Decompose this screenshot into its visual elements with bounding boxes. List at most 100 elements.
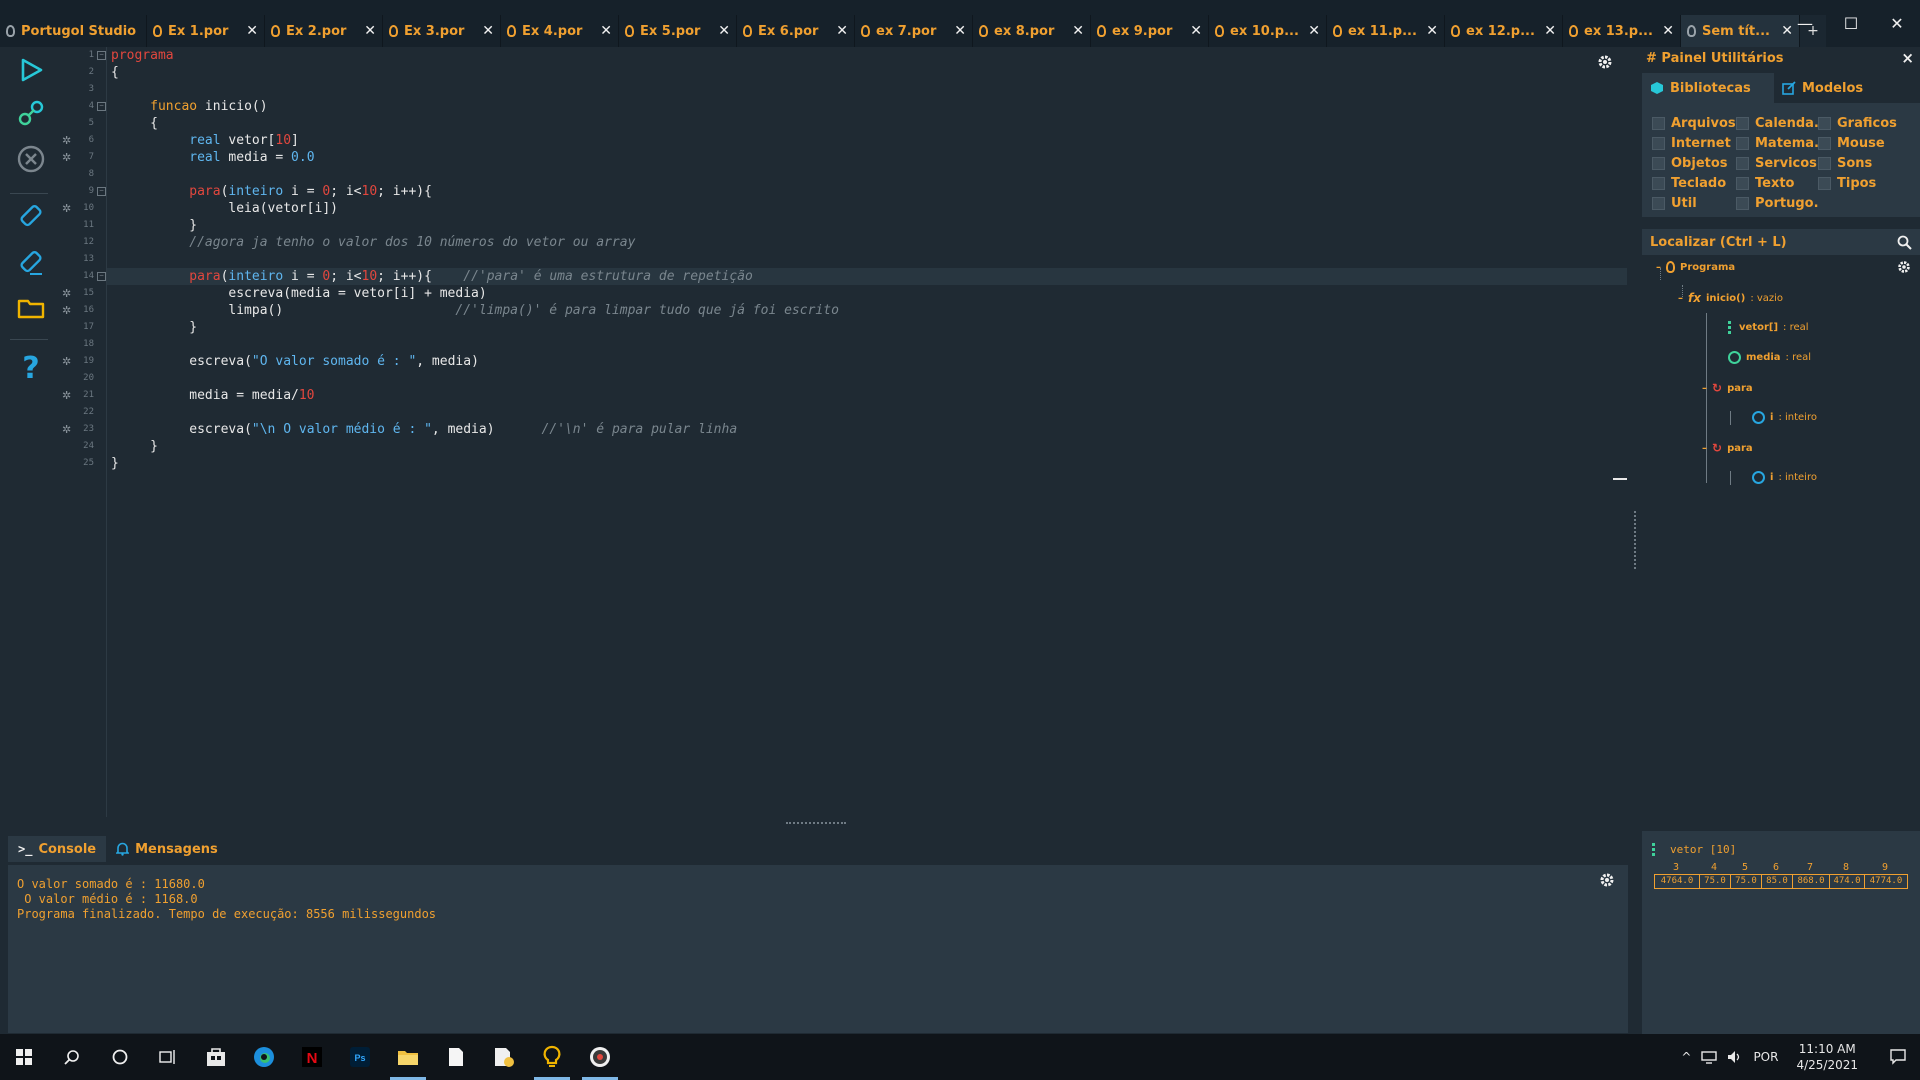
taskbar-app-edge[interactable]: [240, 1034, 288, 1080]
splitter-handle[interactable]: [786, 822, 846, 826]
breakpoint-icon[interactable]: ✲: [62, 387, 71, 404]
checkbox[interactable]: [1736, 196, 1749, 210]
maximize-button[interactable]: ☐: [1828, 14, 1874, 33]
code-line[interactable]: {: [111, 64, 119, 81]
code-line[interactable]: media = media/10: [111, 387, 314, 404]
close-tab-icon[interactable]: ✕: [718, 23, 730, 39]
stop-button[interactable]: [16, 144, 46, 174]
tab-bibliotecas[interactable]: Bibliotecas: [1642, 73, 1774, 103]
close-tab-icon[interactable]: ✕: [482, 23, 494, 39]
close-tab-icon[interactable]: ✕: [600, 23, 612, 39]
breakpoint-icon[interactable]: ✲: [62, 353, 71, 370]
chevron-up-icon[interactable]: ^: [1681, 1050, 1691, 1064]
library-item[interactable]: Sons: [1818, 155, 1902, 171]
checkbox[interactable]: [1652, 156, 1665, 170]
taskbar-app-files[interactable]: [480, 1034, 528, 1080]
library-item[interactable]: Portugo...: [1736, 195, 1818, 211]
code-line[interactable]: real vetor[10]: [111, 132, 299, 149]
clock[interactable]: 11:10 AM 4/25/2021: [1788, 1041, 1866, 1073]
tab-home[interactable]: Portugol Studio: [0, 15, 147, 47]
cortana-button[interactable]: [96, 1034, 144, 1080]
breakpoint-icon[interactable]: ✲: [62, 285, 71, 302]
tab-modelos[interactable]: Modelos: [1774, 73, 1906, 103]
code-line[interactable]: escreva(media = vetor[i] + media): [111, 285, 486, 302]
fold-toggle[interactable]: −: [97, 187, 106, 196]
console-output[interactable]: O valor somado é : 11680.0 O valor médio…: [8, 865, 1628, 1033]
checkbox[interactable]: [1818, 116, 1831, 130]
tree-node-media[interactable]: media : real: [1728, 351, 1811, 364]
close-tab-icon[interactable]: ✕: [1544, 23, 1556, 39]
network-icon[interactable]: [1701, 1050, 1718, 1064]
code-line[interactable]: real media = 0.0: [111, 149, 314, 166]
code-line[interactable]: leia(vetor[i]): [111, 200, 338, 217]
close-tab-icon[interactable]: ✕: [1190, 23, 1202, 39]
fold-toggle[interactable]: −: [97, 272, 106, 281]
library-item[interactable]: Tipos: [1818, 175, 1902, 191]
code-line[interactable]: escreva("\n O valor médio é : ", media) …: [111, 421, 737, 438]
tab-mensagens[interactable]: Mensagens: [106, 836, 228, 862]
code-editor[interactable]: 1−2 3 4−5 6 ✲ 7 ✲ 8 9−10 ✲ 11 12 13 14−15 ✲ 16 ✲ 17 18 19 ✲ 2…: [58, 47, 1636, 824]
tree-node-vetor[interactable]: vetor[] : real: [1728, 321, 1809, 334]
taskbar-app-netflix[interactable]: N: [288, 1034, 336, 1080]
close-tab-icon[interactable]: ✕: [1072, 23, 1084, 39]
close-tab-icon[interactable]: ✕: [246, 23, 258, 39]
checkbox[interactable]: [1736, 136, 1749, 150]
code-line[interactable]: escreva("O valor somado é : ", media): [111, 353, 479, 370]
tab-file[interactable]: Ex 5.por ✕: [619, 15, 737, 47]
search-field[interactable]: Localizar (Ctrl + L): [1642, 229, 1920, 255]
variable-inspector[interactable]: vetor [10] 3456789 4764.0 75.0 75.0 85.0 868…: [1642, 831, 1920, 1034]
tab-file[interactable]: Ex 3.por ✕: [383, 15, 501, 47]
start-button[interactable]: [0, 1034, 48, 1080]
code-line[interactable]: }: [111, 217, 197, 234]
taskbar-app-portugol[interactable]: [528, 1034, 576, 1080]
library-item[interactable]: Mouse: [1818, 135, 1902, 151]
save-button[interactable]: [16, 202, 46, 232]
tab-file[interactable]: ex 11.p... ✕: [1327, 15, 1445, 47]
tab-file[interactable]: ex 9.por ✕: [1091, 15, 1209, 47]
breakpoint-icon[interactable]: ✲: [62, 149, 71, 166]
library-item[interactable]: Matema...: [1736, 135, 1818, 151]
task-view-button[interactable]: [144, 1034, 192, 1080]
breakpoint-icon[interactable]: ✲: [62, 200, 71, 217]
tab-file[interactable]: Ex 2.por ✕: [265, 15, 383, 47]
tree-node-para[interactable]: – ↻ para: [1702, 381, 1753, 395]
checkbox[interactable]: [1652, 176, 1665, 190]
code-line[interactable]: //agora ja tenho o valor dos 10 números …: [111, 234, 635, 251]
taskbar-app-explorer[interactable]: [384, 1034, 432, 1080]
checkbox[interactable]: [1818, 176, 1831, 190]
search-button[interactable]: [48, 1034, 96, 1080]
code-area[interactable]: programa{ funcao inicio() { real vetor[1…: [106, 47, 1627, 817]
taskbar-app-notepad[interactable]: [432, 1034, 480, 1080]
tab-file[interactable]: ex 10.p... ✕: [1209, 15, 1327, 47]
splitter-handle[interactable]: [1634, 511, 1638, 569]
breakpoint-icon[interactable]: ✲: [62, 132, 71, 149]
breakpoint-icon[interactable]: ✲: [62, 421, 71, 438]
checkbox[interactable]: [1736, 156, 1749, 170]
console-settings-button[interactable]: [1598, 871, 1616, 893]
tab-file[interactable]: ex 7.por ✕: [855, 15, 973, 47]
tree-node-para[interactable]: – ↻ para: [1702, 441, 1753, 455]
taskbar-app-store[interactable]: [192, 1034, 240, 1080]
code-line[interactable]: para(inteiro i = 0; i<10; i++){: [111, 183, 432, 200]
code-line[interactable]: {: [111, 115, 158, 132]
library-item[interactable]: Graficos: [1818, 115, 1902, 131]
tree-node-inicio[interactable]: – fx inicio() : vazio: [1678, 291, 1783, 305]
library-item[interactable]: Util: [1652, 195, 1736, 211]
tab-file[interactable]: Ex 1.por ✕: [147, 15, 265, 47]
collapse-panel-handle[interactable]: [1613, 478, 1627, 480]
notifications-button[interactable]: [1876, 1034, 1920, 1080]
fold-toggle[interactable]: −: [97, 51, 106, 60]
close-window-button[interactable]: ✕: [1874, 14, 1920, 33]
breakpoint-icon[interactable]: ✲: [62, 302, 71, 319]
tree-node-i[interactable]: i : inteiro: [1752, 471, 1817, 484]
checkbox[interactable]: [1652, 116, 1665, 130]
code-line[interactable]: }: [111, 455, 119, 472]
tab-file[interactable]: ex 8.por ✕: [973, 15, 1091, 47]
open-button[interactable]: [16, 293, 46, 323]
close-tab-icon[interactable]: ✕: [1662, 23, 1674, 39]
library-item[interactable]: Arquivos: [1652, 115, 1736, 131]
save-as-button[interactable]: [16, 248, 46, 278]
library-item[interactable]: Texto: [1736, 175, 1818, 191]
close-tab-icon[interactable]: ✕: [1308, 23, 1320, 39]
close-tab-icon[interactable]: ✕: [954, 23, 966, 39]
